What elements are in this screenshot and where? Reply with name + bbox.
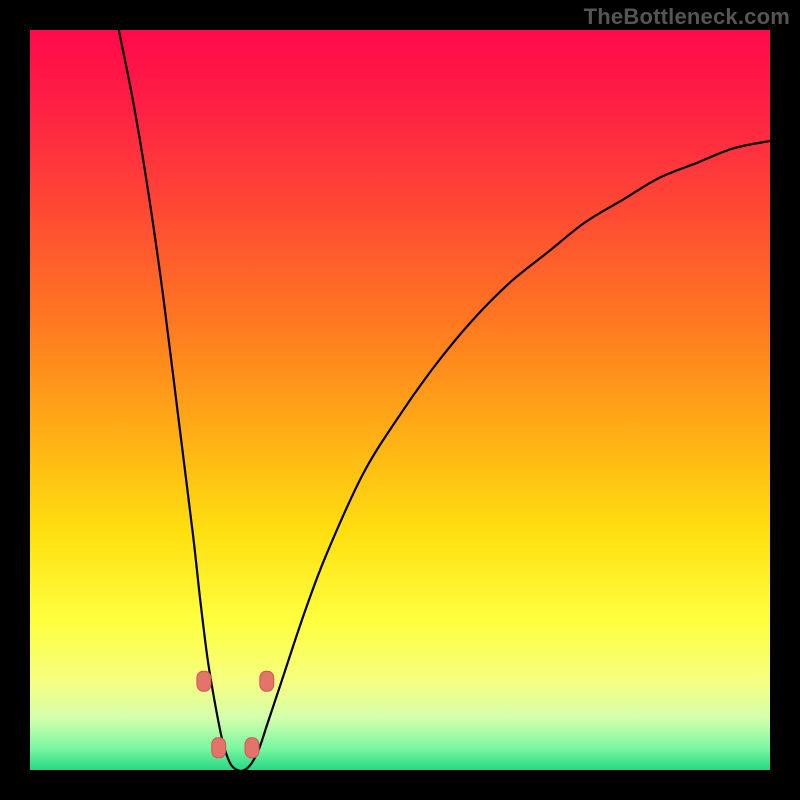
marker-dot	[197, 671, 211, 691]
chart-frame: TheBottleneck.com	[0, 0, 800, 800]
marker-dot	[260, 671, 274, 691]
marker-dot	[212, 738, 226, 758]
marker-dot	[245, 738, 259, 758]
chart-svg	[30, 30, 770, 770]
watermark-text: TheBottleneck.com	[584, 4, 790, 30]
plot-area	[30, 30, 770, 770]
